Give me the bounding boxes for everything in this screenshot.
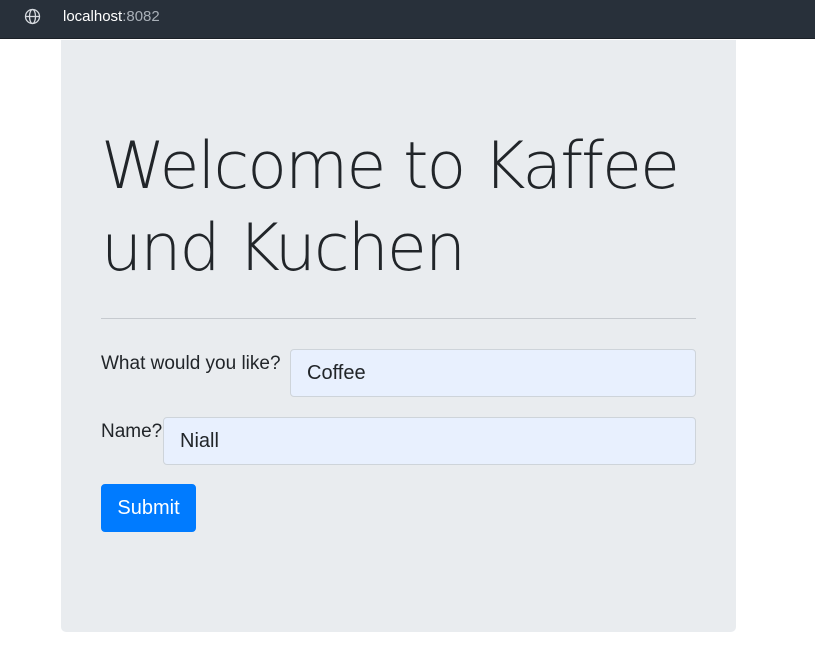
- browser-address-bar: localhost:8082: [0, 0, 815, 39]
- name-input[interactable]: [163, 417, 696, 465]
- url-text[interactable]: localhost:8082: [63, 8, 160, 26]
- name-label: Name?: [101, 421, 163, 442]
- globe-icon: [24, 8, 41, 25]
- url-port: :8082: [122, 8, 160, 25]
- divider: [101, 318, 696, 319]
- drink-label: What would you like?: [101, 353, 281, 374]
- submit-button[interactable]: Submit: [101, 484, 196, 532]
- jumbotron: Welcome to Kaffee und Kuchen What would …: [61, 40, 736, 632]
- page-title: Welcome to Kaffee und Kuchen: [101, 129, 680, 286]
- drink-input[interactable]: [290, 349, 696, 397]
- url-host: localhost: [63, 8, 123, 25]
